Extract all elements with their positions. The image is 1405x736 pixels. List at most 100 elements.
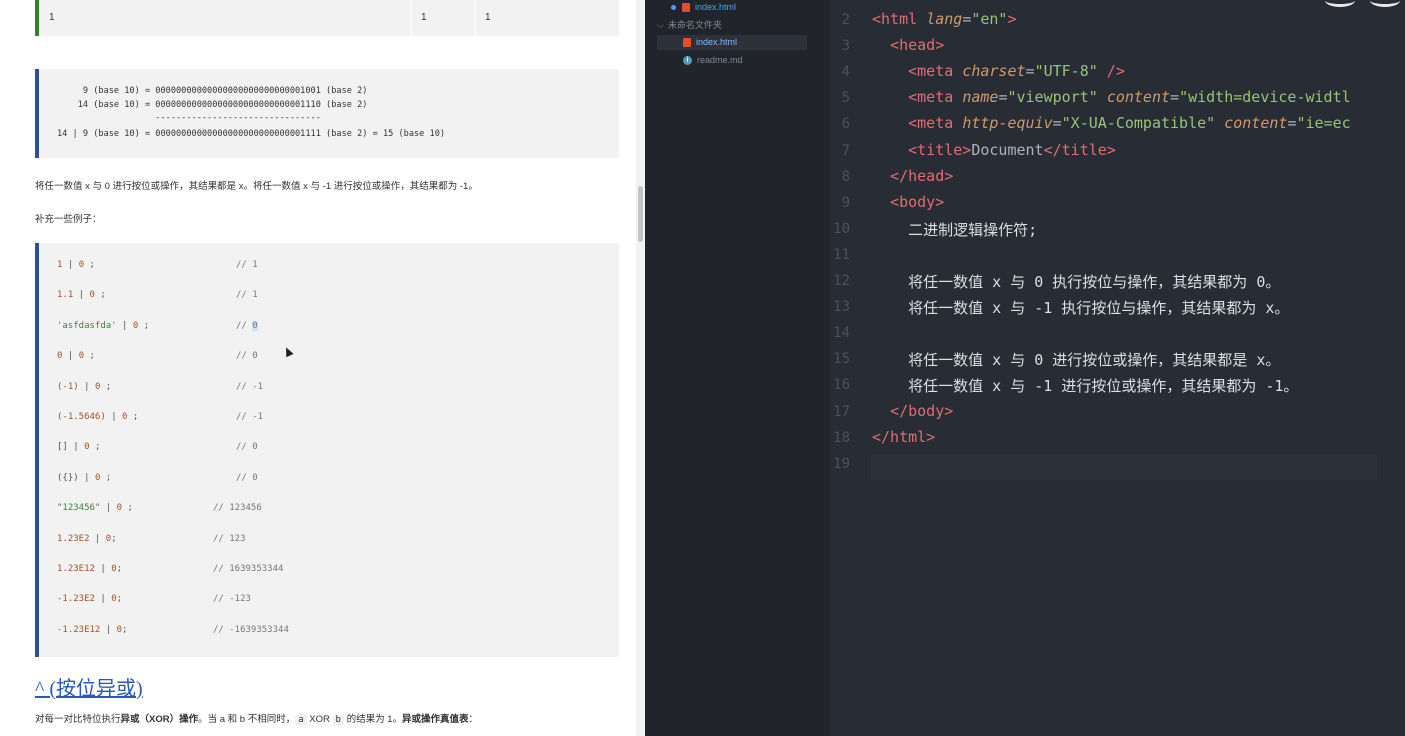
code-token: ; (127, 412, 139, 422)
xor-heading-link[interactable]: ^ (按位异或) (35, 672, 143, 701)
or-examples-block: 1 | 0 ; // 1 1.1 | 0 ; // 1 'asfdasfda' | 0 … (35, 243, 619, 657)
code-token: ; (116, 594, 123, 605)
line-number: 7 (841, 142, 850, 159)
inline-code: a (295, 715, 307, 725)
example-code-line: (-1.5646) | 0 ; (57, 412, 138, 422)
code-token: "UTF-8" (1034, 62, 1098, 81)
code-line[interactable]: <title>Document</title> (872, 141, 1116, 159)
code-token: ; (89, 442, 101, 453)
line-number: 3 (841, 38, 850, 55)
code-token: "ie=ec (1296, 114, 1351, 133)
modified-dot-icon (671, 5, 676, 11)
code-token: </html> (872, 427, 936, 446)
code-line[interactable]: <meta http-equiv="X-UA-Compatible" conte… (872, 114, 1351, 132)
code-token: | (73, 290, 90, 301)
example-comment: // 0 (236, 320, 258, 331)
xor-text: 。当 a 和 b 不相同时， (198, 714, 296, 725)
code-token: | (78, 381, 95, 392)
code-token: ; (138, 320, 150, 331)
doc-scrollbar-thumb[interactable] (638, 186, 643, 242)
code-line[interactable]: 将任一数值 x 与 0 进行按位或操作，其结果都是 x。 (872, 349, 1280, 370)
explorer-item-label: index.html (695, 2, 737, 12)
example-comment: // 1 (236, 260, 258, 270)
example-code-line: -1.23E12 | 0; (57, 625, 127, 635)
example-code-line: 0 | 0 ; (57, 351, 95, 361)
code-token: ; (84, 260, 95, 270)
code-line[interactable]: 将任一数值 x 与 0 执行按位与操作，其结果都为 0。 (872, 271, 1280, 292)
code-token: "viewport" (1007, 88, 1098, 107)
code-line[interactable]: <meta charset="UTF-8" /> (872, 62, 1125, 80)
current-line-highlight (871, 454, 1377, 480)
code-line[interactable]: 将任一数值 x 与 -1 进行按位或操作，其结果都为 -1。 (872, 375, 1298, 396)
code-token: ; (122, 624, 128, 635)
code-token: ; (100, 472, 112, 483)
code-line[interactable]: <body> (872, 193, 944, 211)
code-token: [] (57, 442, 68, 453)
example-code-line: 1.23E12 | 0; (57, 564, 122, 574)
explorer-item-index-active[interactable]: index.html (657, 35, 807, 50)
code-line[interactable]: 二进制逻辑操作符; (872, 219, 1037, 240)
explorer-folder[interactable]: ⌵ 未命名文件夹 (657, 18, 807, 33)
code-token: ; (116, 564, 123, 574)
code-token: </body> (872, 401, 954, 420)
code-line[interactable]: <head> (872, 36, 944, 54)
code-token: | (94, 594, 112, 605)
code-line[interactable]: </head> (872, 167, 953, 185)
code-token: "width=device-widtl (1179, 88, 1351, 107)
code-line[interactable]: 将任一数值 x 与 -1 执行按位与操作，其结果都为 x。 (872, 297, 1289, 318)
xor-text: 对每一对比特位执行 (35, 714, 121, 725)
line-number: 4 (841, 64, 850, 81)
doc-scrollbar[interactable] (636, 0, 645, 736)
example-comment: // 0 (236, 442, 258, 453)
code-line[interactable]: <html lang="en"> (872, 10, 1017, 28)
line-number: 9 (841, 194, 850, 211)
example-comment: // 0 (236, 351, 258, 362)
code-token: | (67, 442, 85, 453)
code-token: <meta (872, 114, 963, 133)
line-number: 14 (833, 325, 850, 342)
explorer-item-index-modified[interactable]: index.html (671, 0, 821, 15)
code-token: <body> (872, 192, 945, 211)
example-comment: // 123456 (213, 503, 262, 514)
explorer-item-label: 未命名文件夹 (667, 20, 722, 30)
truth-cell-b: 1 (421, 12, 427, 23)
code-token: (-1.5646) (57, 412, 106, 422)
top-decoration (1315, 0, 1405, 7)
code-token: 1.23E2 (57, 533, 90, 544)
line-number: 16 (833, 377, 850, 394)
code-token: lang (926, 10, 963, 28)
code-token: | (62, 260, 79, 270)
example-comment: // -1 (236, 381, 264, 392)
code-line[interactable]: </html> (872, 428, 935, 446)
code-token: | (94, 564, 112, 574)
xor-description: 对每一对比特位执行异或（XOR）操作。当 a 和 b 不相同时， a XOR b … (35, 711, 478, 725)
code-token: "123456" (57, 503, 101, 514)
code-token: ; (84, 351, 95, 362)
code-token: 将任一数值 x 与 0 进行按位或操作，其结果都是 x。 (872, 351, 1281, 370)
example-code-line: 1 | 0 ; (57, 260, 95, 270)
truth-cell-result: 1 (485, 12, 491, 23)
file-explorer: index.html ⌵ 未命名文件夹 index.html i readme.md (645, 0, 830, 736)
code-token: name (962, 88, 999, 107)
example-comment: // -123 (213, 594, 251, 605)
bitwise-line: 14 | 9 (base 10) = 000000000000000000000… (57, 129, 446, 139)
code-token: 将任一数值 x 与 -1 执行按位与操作，其结果都为 x。 (872, 299, 1290, 318)
inline-code: b (332, 715, 344, 725)
explorer-item-readme[interactable]: i readme.md (683, 53, 833, 68)
code-token: | (105, 412, 123, 422)
code-line[interactable]: </body> (872, 402, 953, 420)
example-comment: // 0 (236, 472, 258, 483)
code-token: = (962, 10, 972, 28)
xor-bold-text: 异或操作真值表 (402, 714, 469, 725)
code-line[interactable]: <meta name="viewport" content="width=dev… (872, 88, 1351, 106)
line-number: 13 (833, 299, 850, 316)
xor-text: XOR (306, 714, 333, 725)
example-comment: // 123 (213, 533, 246, 544)
info-file-icon: i (683, 56, 692, 66)
code-token: <title> (872, 140, 972, 159)
example-code-line: 'asfdasfda' | 0 ; (57, 321, 149, 331)
code-token: charset (962, 62, 1026, 81)
line-number: 11 (833, 246, 850, 263)
code-token: -1.23E2 (57, 594, 95, 605)
